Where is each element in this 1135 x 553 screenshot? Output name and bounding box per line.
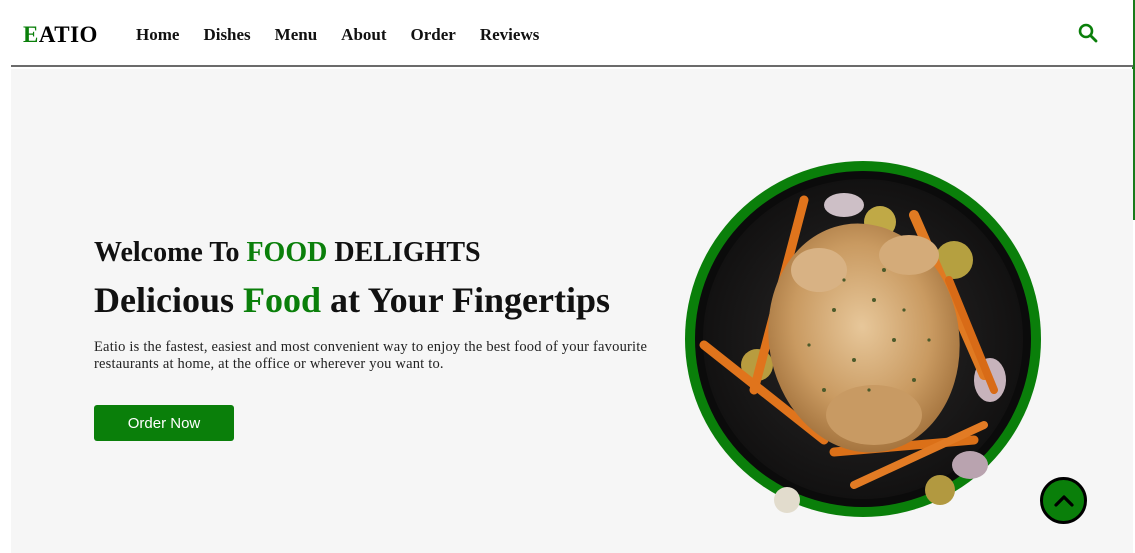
hero-description: Eatio is the fastest, easiest and most c… bbox=[94, 339, 648, 372]
hero-subtitle-prefix: Welcome To bbox=[94, 237, 240, 268]
logo-letter: E bbox=[23, 22, 39, 47]
brand-logo[interactable]: EATIO bbox=[23, 22, 98, 48]
nav-reviews[interactable]: Reviews bbox=[480, 25, 539, 45]
nav-order[interactable]: Order bbox=[411, 25, 456, 45]
nav-about[interactable]: About bbox=[341, 25, 386, 45]
hero-subtitle-suffix: DELIGHTS bbox=[334, 237, 481, 268]
hero-section: Welcome To FOOD DELIGHTS Delicious Food … bbox=[11, 69, 1133, 553]
chevron-up-icon bbox=[1053, 494, 1074, 507]
hero-title: Delicious Food at Your Fingertips bbox=[94, 279, 610, 321]
logo-text: ATIO bbox=[38, 22, 98, 47]
top-navbar: EATIO Home Dishes Menu About Order Revie… bbox=[11, 0, 1133, 67]
hero-subtitle-highlight: FOOD bbox=[246, 237, 328, 268]
scroll-to-top-button[interactable] bbox=[1040, 477, 1087, 524]
order-now-button[interactable]: Order Now bbox=[94, 405, 234, 441]
hero-dish-image bbox=[684, 160, 1042, 518]
nav-menu[interactable]: Menu bbox=[275, 25, 318, 45]
hero-title-suffix: at Your Fingertips bbox=[330, 280, 611, 320]
hero-title-prefix: Delicious bbox=[94, 280, 234, 320]
main-nav: Home Dishes Menu About Order Reviews bbox=[136, 25, 563, 45]
nav-home[interactable]: Home bbox=[136, 25, 179, 45]
nav-dishes[interactable]: Dishes bbox=[203, 25, 250, 45]
search-icon[interactable] bbox=[1077, 22, 1099, 44]
hero-title-highlight: Food bbox=[243, 280, 322, 320]
page-left-margin bbox=[0, 0, 11, 553]
hero-subtitle: Welcome To FOOD DELIGHTS bbox=[94, 237, 481, 269]
